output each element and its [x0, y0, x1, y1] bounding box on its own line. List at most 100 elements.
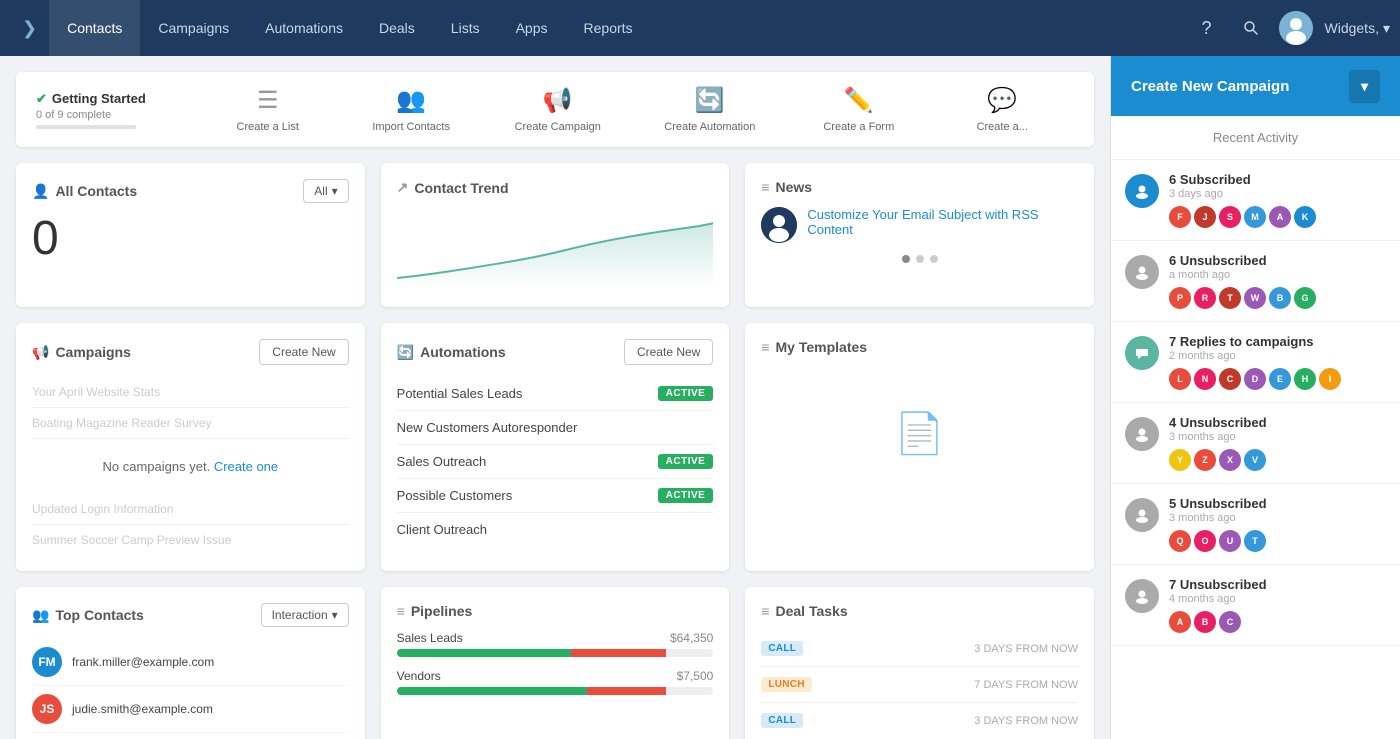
top-contacts-title: 👥 Top Contacts: [32, 607, 144, 624]
nav-link-automations[interactable]: Automations: [247, 0, 361, 56]
search-icon[interactable]: [1235, 12, 1267, 44]
contacts-count: 0: [32, 215, 349, 263]
automation-active-badge-3: ACTIVE: [658, 488, 714, 503]
campaigns-title: 📢 Campaigns: [32, 344, 131, 361]
mini-avatar: T: [1244, 530, 1266, 552]
activity-text-2: 7 Replies to campaigns: [1169, 334, 1386, 349]
news-dot-1[interactable]: [902, 255, 910, 263]
activity-time-4: 3 months ago: [1169, 512, 1386, 524]
dashboard-row-2: 📢 Campaigns Create New Your April Websit…: [16, 323, 1094, 571]
contact-email-1: judie.smith@example.com: [72, 702, 213, 716]
deal-task-item-2[interactable]: CALL 3 DAYS FROM NOW: [761, 703, 1078, 738]
news-dot-3[interactable]: [930, 255, 938, 263]
mini-avatar: N: [1194, 368, 1216, 390]
mini-avatar: Y: [1169, 449, 1191, 471]
automation-item-2[interactable]: Sales Outreach ACTIVE: [397, 445, 714, 479]
activity-icon-1: [1125, 255, 1159, 289]
deal-task-item-0[interactable]: CALL 3 DAYS FROM NOW: [761, 631, 1078, 667]
campaigns-create-new-button[interactable]: Create New: [259, 339, 348, 365]
top-contacts-filter-dropdown[interactable]: Interaction ▾: [261, 603, 349, 627]
gs-step-create-automation[interactable]: 🔄 Create Automation: [664, 86, 755, 133]
automation-item-1[interactable]: New Customers Autoresponder: [397, 411, 714, 445]
activity-text-1: 6 Unsubscribed: [1169, 253, 1386, 268]
sidebar: Create New Campaign ▾ Recent Activity 6 …: [1110, 56, 1400, 739]
news-article-link[interactable]: Customize Your Email Subject with RSS Co…: [807, 207, 1078, 237]
activity-item-3: 4 Unsubscribed 3 months ago Y Z X V: [1111, 403, 1400, 484]
templates-icon: ≡: [761, 339, 769, 355]
gs-step-create-form[interactable]: ✏️ Create a Form: [819, 86, 899, 133]
activity-time-2: 2 months ago: [1169, 350, 1386, 362]
create-campaign-button[interactable]: Create New Campaign ▾: [1111, 56, 1400, 116]
activity-content-0: 6 Subscribed 3 days ago F J S M A K: [1169, 172, 1386, 228]
campaigns-header: 📢 Campaigns Create New: [32, 339, 349, 365]
activity-time-1: a month ago: [1169, 269, 1386, 281]
deal-due-0: 3 DAYS FROM NOW: [974, 643, 1078, 655]
activity-content-5: 7 Unsubscribed 4 months ago A B C: [1169, 577, 1386, 633]
deal-tag-2: CALL: [761, 713, 803, 728]
pipeline-bar-1: [397, 687, 714, 695]
mini-avatar: D: [1244, 368, 1266, 390]
contacts-icon: 👤: [32, 183, 49, 200]
contact-email-0: frank.miller@example.com: [72, 655, 214, 669]
nav-link-contacts[interactable]: Contacts: [49, 0, 140, 56]
activity-item-0: 6 Subscribed 3 days ago F J S M A K: [1111, 160, 1400, 241]
pipeline-item-0: Sales Leads $64,350: [397, 631, 714, 657]
campaigns-list: Your April Website Stats Boating Magazin…: [32, 377, 349, 555]
automations-card: 🔄 Automations Create New Potential Sales…: [381, 323, 730, 571]
mini-avatar: L: [1169, 368, 1191, 390]
activity-avatars-3: Y Z X V: [1169, 449, 1386, 471]
activity-avatars-0: F J S M A K: [1169, 206, 1386, 228]
nav-link-deals[interactable]: Deals: [361, 0, 433, 56]
create-campaign-chevron-icon[interactable]: ▾: [1349, 70, 1380, 103]
user-menu[interactable]: Widgets, ▾: [1325, 20, 1391, 37]
activity-text-3: 4 Unsubscribed: [1169, 415, 1386, 430]
nav-toggle-icon[interactable]: ❯: [10, 18, 49, 39]
automations-title: 🔄 Automations: [397, 344, 506, 361]
gs-step-import-contacts[interactable]: 👥 Import Contacts: [371, 86, 451, 133]
campaigns-card: 📢 Campaigns Create New Your April Websit…: [16, 323, 365, 571]
gs-step-create-campaign[interactable]: 📢 Create Campaign: [515, 86, 601, 133]
contact-item-0[interactable]: FM frank.miller@example.com: [32, 639, 349, 686]
pipelines-list: Sales Leads $64,350 Vendors $7,500: [397, 631, 714, 695]
nav-link-apps[interactable]: Apps: [498, 0, 566, 56]
automations-icon: 🔄: [397, 344, 414, 361]
contacts-filter-dropdown[interactable]: All ▾: [303, 179, 348, 203]
contact-trend-card: ↗ Contact Trend: [381, 163, 730, 307]
activity-content-1: 6 Unsubscribed a month ago P R T W B G: [1169, 253, 1386, 309]
activity-content-4: 5 Unsubscribed 3 months ago Q O U T: [1169, 496, 1386, 552]
gs-title: ✔ Getting Started: [36, 91, 166, 107]
deal-tasks-header: ≡ Deal Tasks: [761, 603, 1078, 619]
deal-due-2: 3 DAYS FROM NOW: [974, 715, 1078, 727]
user-avatar[interactable]: [1279, 11, 1313, 45]
mini-avatar: H: [1294, 368, 1316, 390]
mini-avatar: B: [1194, 611, 1216, 633]
activity-avatars-5: A B C: [1169, 611, 1386, 633]
contact-item-2[interactable]: JJ jack.jones@example.com: [32, 733, 349, 739]
campaign-item-0: Your April Website Stats: [32, 377, 349, 408]
deal-task-item-1[interactable]: LUNCH 7 DAYS FROM NOW: [761, 667, 1078, 703]
gs-step-create-other[interactable]: 💬 Create a...: [962, 86, 1042, 133]
contact-item-1[interactable]: JS judie.smith@example.com: [32, 686, 349, 733]
mini-avatar: C: [1219, 611, 1241, 633]
top-contacts-chevron-icon: ▾: [332, 608, 338, 622]
help-icon[interactable]: ?: [1191, 12, 1223, 44]
news-dot-2[interactable]: [916, 255, 924, 263]
mini-avatar: C: [1219, 368, 1241, 390]
create-automation-icon: 🔄: [695, 86, 725, 115]
no-campaigns-link[interactable]: Create one: [214, 459, 278, 474]
nav-link-reports[interactable]: Reports: [566, 0, 651, 56]
activity-icon-4: [1125, 498, 1159, 532]
contacts-filter-chevron: ▾: [332, 184, 338, 198]
activity-avatars-2: L N C D E H I: [1169, 368, 1386, 390]
nav-link-campaigns[interactable]: Campaigns: [140, 0, 247, 56]
nav-link-lists[interactable]: Lists: [433, 0, 498, 56]
automation-item-0[interactable]: Potential Sales Leads ACTIVE: [397, 377, 714, 411]
my-templates-card: ≡ My Templates 📄: [745, 323, 1094, 571]
contact-avatar-1: JS: [32, 694, 62, 724]
gs-progress-text: 0 of 9 complete: [36, 109, 166, 121]
mini-avatar: B: [1269, 287, 1291, 309]
automations-create-new-button[interactable]: Create New: [624, 339, 713, 365]
automation-item-4[interactable]: Client Outreach: [397, 513, 714, 546]
automation-item-3[interactable]: Possible Customers ACTIVE: [397, 479, 714, 513]
gs-step-create-list[interactable]: ☰ Create a List: [228, 86, 308, 133]
